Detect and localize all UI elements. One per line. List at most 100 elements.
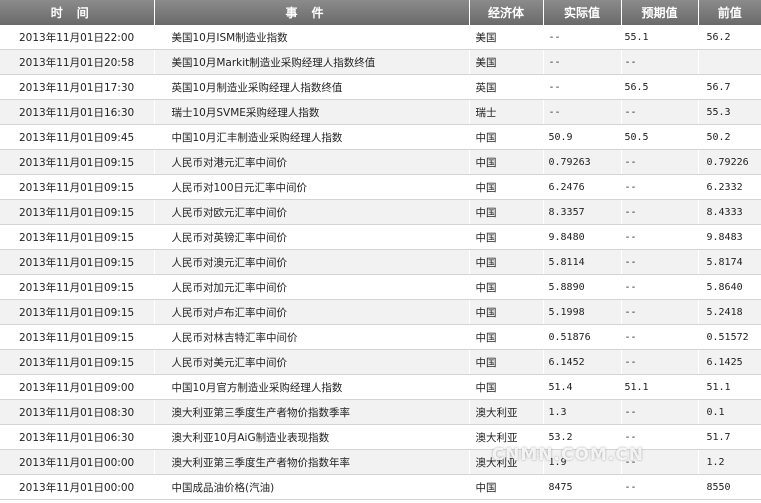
cell-time: 2013年11月01日06:30 <box>0 424 155 450</box>
cell-time: 2013年11月01日09:45 <box>0 124 155 150</box>
table-row: 2013年11月01日17:30 英国10月制造业采购经理人指数终值 英国 -- 56.… <box>0 74 761 100</box>
cell-forecast: -- <box>621 274 699 300</box>
header-time[interactable]: 时间 <box>0 0 155 25</box>
cell-event[interactable]: 中国10月官方制造业采购经理人指数 <box>154 374 470 400</box>
cell-event[interactable]: 澳大利亚10月AiG制造业表现指数 <box>154 424 470 450</box>
table-row: 2013年11月01日09:15 人民币对美元汇率中间价 中国 6.1452 -- 6.1… <box>0 349 761 375</box>
cell-time: 2013年11月01日22:00 <box>0 25 155 50</box>
cell-economy: 中国 <box>469 124 544 150</box>
cell-previous: 5.2418 <box>698 299 761 325</box>
cell-time: 2013年11月01日09:15 <box>0 299 155 325</box>
cell-previous: 1.2 <box>698 449 761 475</box>
cell-actual: 6.1452 <box>543 349 622 375</box>
header-previous[interactable]: 前值 <box>698 0 761 25</box>
cell-forecast: 55.1 <box>621 25 699 50</box>
table-row: 2013年11月01日09:15 人民币对港元汇率中间价 中国 0.79263 -- 0.… <box>0 149 761 175</box>
cell-event[interactable]: 澳大利亚第三季度生产者物价指数季率 <box>154 399 470 425</box>
cell-economy: 美国 <box>469 25 544 50</box>
cell-actual: 5.8114 <box>543 249 622 275</box>
cell-time: 2013年11月01日09:15 <box>0 249 155 275</box>
cell-actual: 6.2476 <box>543 174 622 200</box>
table-row: 2013年11月01日09:15 人民币对100日元汇率中间价 中国 6.2476 --… <box>0 174 761 200</box>
cell-event[interactable]: 中国成品油价格(汽油) <box>154 474 470 500</box>
cell-previous: 56.2 <box>698 25 761 50</box>
table-row: 2013年11月01日20:58 美国10月Markit制造业采购经理人指数终值美… <box>0 49 761 75</box>
cell-time: 2013年11月01日00:00 <box>0 474 155 500</box>
cell-previous <box>698 49 761 75</box>
header-actual[interactable]: 实际值 <box>543 0 622 25</box>
cell-actual: -- <box>543 25 622 50</box>
table-row: 2013年11月01日09:15 人民币对澳元汇率中间价 中国 5.8114 -- 5.8… <box>0 249 761 275</box>
cell-time: 2013年11月01日09:15 <box>0 324 155 350</box>
cell-previous: 55.3 <box>698 99 761 125</box>
cell-economy: 澳大利亚 <box>469 399 544 425</box>
cell-event[interactable]: 人民币对美元汇率中间价 <box>154 349 470 375</box>
cell-time: 2013年11月01日09:15 <box>0 274 155 300</box>
watermark: CNMN.COM.CN <box>491 445 644 465</box>
cell-event[interactable]: 澳大利亚第三季度生产者物价指数年率 <box>154 449 470 475</box>
cell-economy: 瑞士 <box>469 99 544 125</box>
cell-forecast: -- <box>621 474 699 500</box>
cell-economy: 中国 <box>469 174 544 200</box>
header-economy[interactable]: 经济体 <box>469 0 544 25</box>
cell-economy: 中国 <box>469 224 544 250</box>
cell-forecast: -- <box>621 149 699 175</box>
cell-time: 2013年11月01日20:58 <box>0 49 155 75</box>
cell-time: 2013年11月01日00:00 <box>0 449 155 475</box>
cell-event[interactable]: 人民币对欧元汇率中间价 <box>154 199 470 225</box>
cell-event[interactable]: 人民币对港元汇率中间价 <box>154 149 470 175</box>
table-row: 2013年11月01日09:15 人民币对林吉特汇率中间价 中国 0.51876 -- 0… <box>0 324 761 350</box>
cell-economy: 中国 <box>469 374 544 400</box>
cell-forecast: -- <box>621 324 699 350</box>
cell-economy: 英国 <box>469 74 544 100</box>
cell-event[interactable]: 人民币对100日元汇率中间价 <box>154 174 470 200</box>
header-event[interactable]: 事件 <box>154 0 470 25</box>
cell-forecast: -- <box>621 99 699 125</box>
cell-event[interactable]: 人民币对英镑汇率中间价 <box>154 224 470 250</box>
table-row: 2013年11月01日09:15 人民币对加元汇率中间价 中国 5.8890 -- 5.8… <box>0 274 761 300</box>
cell-event[interactable]: 人民币对卢布汇率中间价 <box>154 299 470 325</box>
cell-previous: 0.51572 <box>698 324 761 350</box>
cell-forecast: -- <box>621 299 699 325</box>
cell-previous: 5.8640 <box>698 274 761 300</box>
cell-event[interactable]: 美国10月ISM制造业指数 <box>154 25 470 50</box>
cell-forecast: -- <box>621 174 699 200</box>
cell-forecast: -- <box>621 349 699 375</box>
cell-event[interactable]: 人民币对澳元汇率中间价 <box>154 249 470 275</box>
table-row: 2013年11月01日09:15 人民币对卢布汇率中间价 中国 5.1998 -- 5.2… <box>0 299 761 325</box>
cell-forecast: 51.1 <box>621 374 699 400</box>
economic-calendar-table: 时间 事件 经济体 实际值 预期值 前值 2013年11月01日22:00 美国1… <box>0 0 761 500</box>
cell-event[interactable]: 美国10月Markit制造业采购经理人指数终值 <box>154 49 470 75</box>
cell-actual: -- <box>543 49 622 75</box>
table-row: 2013年11月01日16:30 瑞士10月SVME采购经理人指数 瑞士 -- -- 55… <box>0 99 761 125</box>
cell-forecast: 56.5 <box>621 74 699 100</box>
cell-forecast: -- <box>621 224 699 250</box>
cell-event[interactable]: 英国10月制造业采购经理人指数终值 <box>154 74 470 100</box>
table-row: 2013年11月01日00:00 中国成品油价格(汽油) 中国 8475 -- 8550 <box>0 474 761 500</box>
cell-previous: 8.4333 <box>698 199 761 225</box>
cell-actual: 9.8480 <box>543 224 622 250</box>
header-forecast[interactable]: 预期值 <box>621 0 699 25</box>
table-body: 2013年11月01日22:00 美国10月ISM制造业指数 美国 -- 55.1 56.… <box>0 25 761 500</box>
cell-previous: 0.1 <box>698 399 761 425</box>
cell-previous: 50.2 <box>698 124 761 150</box>
cell-actual: -- <box>543 99 622 125</box>
cell-time: 2013年11月01日09:15 <box>0 149 155 175</box>
cell-actual: -- <box>543 74 622 100</box>
cell-forecast: -- <box>621 399 699 425</box>
cell-event[interactable]: 瑞士10月SVME采购经理人指数 <box>154 99 470 125</box>
cell-event[interactable]: 人民币对林吉特汇率中间价 <box>154 324 470 350</box>
cell-actual: 5.8890 <box>543 274 622 300</box>
cell-economy: 中国 <box>469 199 544 225</box>
cell-event[interactable]: 人民币对加元汇率中间价 <box>154 274 470 300</box>
cell-forecast: -- <box>621 49 699 75</box>
cell-economy: 中国 <box>469 149 544 175</box>
table-row: 2013年11月01日09:00 中国10月官方制造业采购经理人指数 中国 51.4 5… <box>0 374 761 400</box>
cell-event[interactable]: 中国10月汇丰制造业采购经理人指数 <box>154 124 470 150</box>
table-row: 2013年11月01日00:00 澳大利亚第三季度生产者物价指数年率 澳大利亚 1.9… <box>0 449 761 475</box>
cell-economy: 中国 <box>469 274 544 300</box>
table-row: 2013年11月01日08:30 澳大利亚第三季度生产者物价指数季率 澳大利亚 1.3… <box>0 399 761 425</box>
cell-economy: 中国 <box>469 349 544 375</box>
cell-previous: 56.7 <box>698 74 761 100</box>
cell-forecast: 50.5 <box>621 124 699 150</box>
